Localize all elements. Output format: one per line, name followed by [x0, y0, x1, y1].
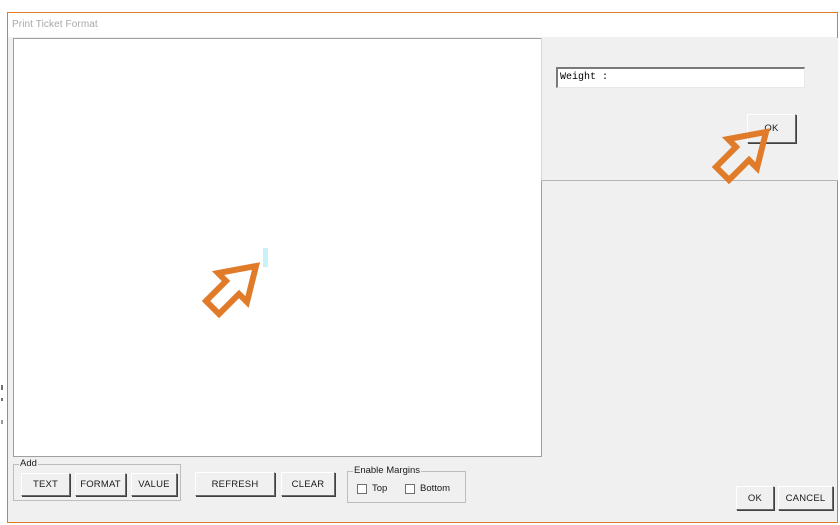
print-ticket-format-window: Print Ticket Format Weight : OK Add TEXT… — [7, 12, 838, 523]
clear-button[interactable]: CLEAR — [281, 472, 335, 496]
ticket-canvas[interactable] — [13, 38, 542, 457]
arrow-up-right-outline-icon — [711, 128, 771, 185]
add-format-button[interactable]: FORMAT — [75, 473, 126, 496]
window-title: Print Ticket Format — [12, 19, 98, 30]
weight-field[interactable]: Weight : — [556, 67, 805, 88]
refresh-button[interactable]: REFRESH — [195, 472, 275, 496]
margin-top-option[interactable]: Top — [357, 483, 387, 494]
properties-panel: Weight : OK — [541, 38, 838, 181]
add-value-button[interactable]: VALUE — [131, 473, 177, 496]
ok-button[interactable]: OK — [736, 486, 774, 510]
add-text-button[interactable]: TEXT — [21, 473, 70, 496]
window-edge-marks — [1, 385, 3, 424]
margin-bottom-label: Bottom — [420, 483, 451, 494]
margin-bottom-checkbox[interactable] — [405, 483, 415, 494]
add-group-label: Add — [19, 458, 38, 470]
margin-bottom-option[interactable]: Bottom — [405, 483, 450, 494]
cancel-button[interactable]: CANCEL — [778, 486, 833, 510]
enable-margins-group: Enable Margins Top Bottom — [347, 465, 466, 503]
margin-top-label: Top — [372, 483, 388, 494]
title-bar[interactable]: Print Ticket Format — [8, 13, 837, 37]
arrow-up-right-outline-icon — [201, 262, 261, 319]
add-group: Add TEXT FORMAT VALUE — [13, 458, 181, 501]
margin-top-checkbox[interactable] — [357, 483, 367, 494]
enable-margins-label: Enable Margins — [353, 465, 422, 477]
